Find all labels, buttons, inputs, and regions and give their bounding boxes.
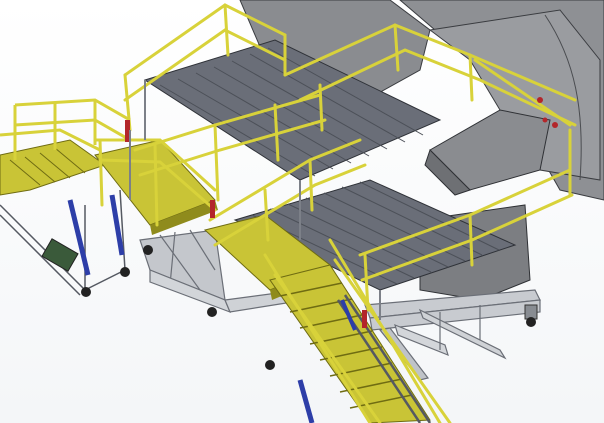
cad-viewport	[0, 0, 604, 423]
platform-render	[0, 0, 604, 423]
caster-center-1	[143, 245, 153, 255]
caster-left-1	[81, 287, 91, 297]
staircase	[269, 264, 431, 423]
aircraft-flap	[424, 109, 551, 196]
caster-center-3	[265, 360, 275, 370]
left-cart-frame	[0, 189, 126, 296]
caster-right	[524, 304, 538, 327]
caster-center-2	[207, 307, 217, 317]
left-cart-jack	[41, 238, 79, 272]
caster-left-2	[120, 267, 130, 277]
